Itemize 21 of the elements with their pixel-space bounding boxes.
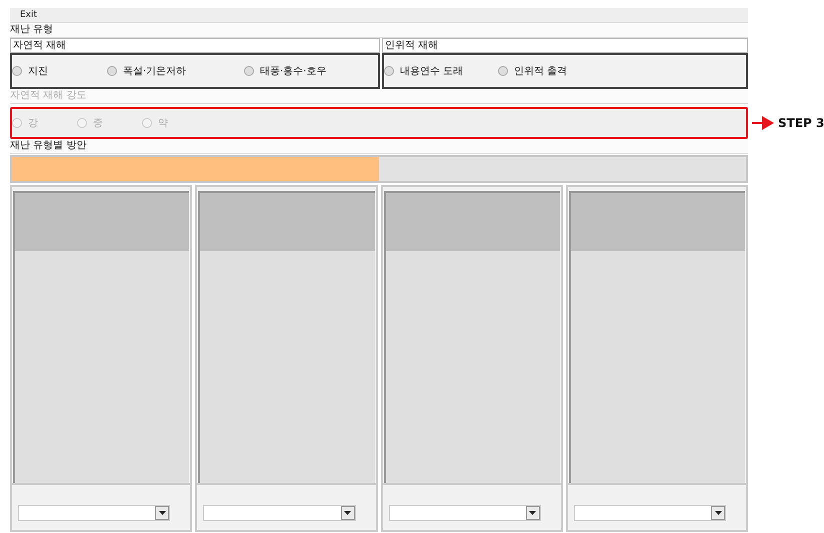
group-title: 인위적 재해 <box>382 38 748 53</box>
group-title: 자연적 재해 <box>10 38 380 53</box>
option-label: 강 <box>28 117 38 130</box>
radio-button[interactable] <box>384 66 394 76</box>
section-title: 재난 유형 <box>10 23 748 38</box>
option-label: 지진 <box>28 65 48 78</box>
radio-button[interactable] <box>107 66 117 76</box>
radio-button[interactable] <box>244 66 254 76</box>
option-label: 폭설·기온저하 <box>123 65 186 78</box>
option-label: 내용연수 도래 <box>400 65 464 78</box>
arrow-icon <box>752 115 774 131</box>
radio-button[interactable] <box>12 66 22 76</box>
option-label: 중 <box>93 117 103 130</box>
option-label: 인위적 출격 <box>514 65 568 78</box>
step-label: STEP 3 <box>778 116 824 130</box>
section-title: 재난 유형별 방안 <box>10 139 748 154</box>
section-title: 자연적 재해 강도 <box>10 89 748 104</box>
option-label: 약 <box>158 117 168 130</box>
menu-item[interactable]: Exit <box>10 10 48 20</box>
radio-button[interactable] <box>498 66 508 76</box>
option-label: 태풍·홍수·호우 <box>260 65 326 78</box>
